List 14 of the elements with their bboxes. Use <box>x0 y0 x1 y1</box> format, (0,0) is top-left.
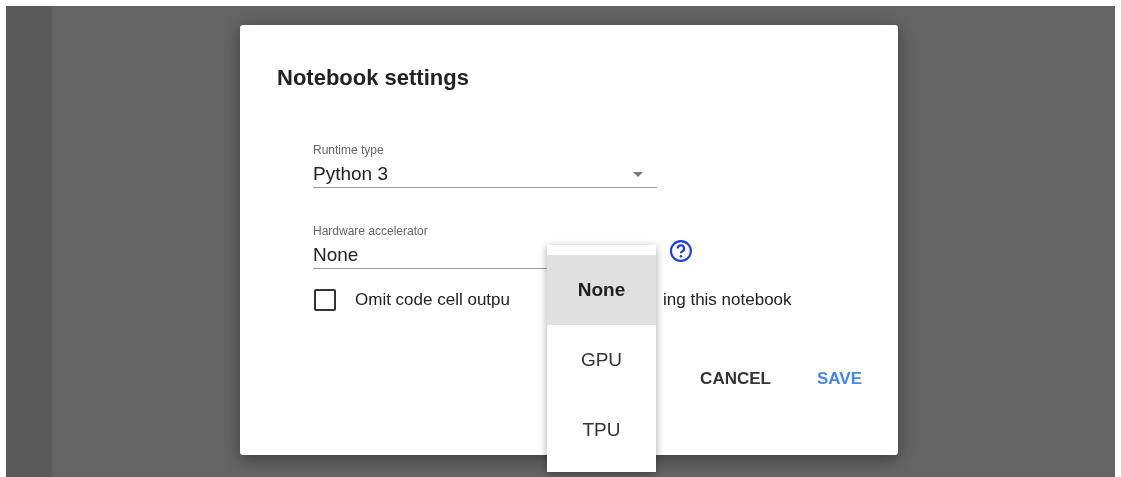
checkbox[interactable] <box>314 289 336 311</box>
menu-item[interactable]: None <box>547 255 656 325</box>
field-label: Hardware accelerator <box>313 224 429 238</box>
checkbox-label: ing this notebook <box>663 290 792 310</box>
dialog-title: Notebook settings <box>277 65 470 91</box>
runtime-type-select[interactable]: Python 3 <box>313 157 657 188</box>
cancel-button[interactable]: CANCEL <box>692 363 779 395</box>
menu-item[interactable]: GPU <box>547 325 656 395</box>
checkbox-label: Omit code cell outpu <box>355 290 511 310</box>
field-label: Runtime type <box>313 143 385 157</box>
save-button[interactable]: SAVE <box>808 363 870 395</box>
help-icon[interactable] <box>669 238 693 263</box>
caret-icon <box>633 171 643 177</box>
menu-item[interactable]: TPU <box>547 395 656 465</box>
